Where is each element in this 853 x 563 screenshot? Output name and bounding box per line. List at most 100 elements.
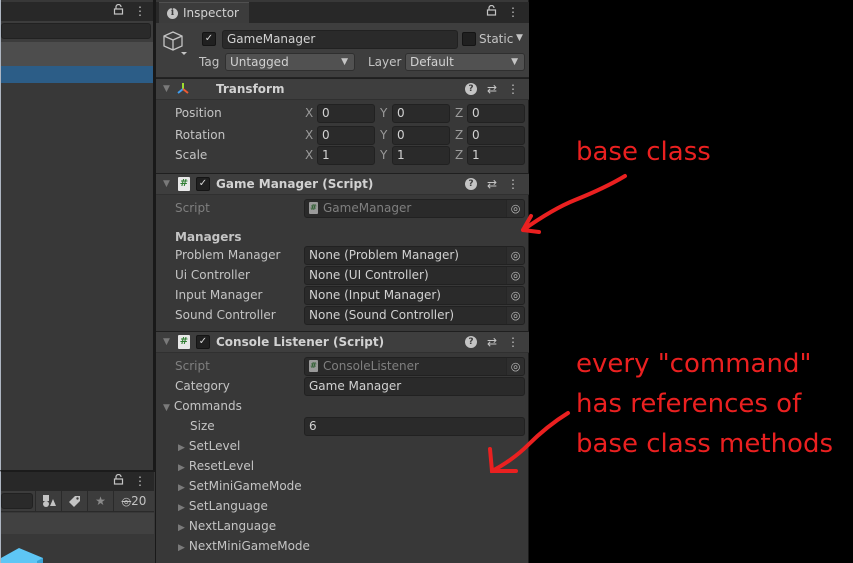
more-icon[interactable]: ⋮	[507, 82, 519, 96]
more-icon[interactable]: ⋮	[134, 4, 146, 18]
axis-x-label[interactable]: X	[305, 106, 313, 120]
preset-icon[interactable]: ⇄	[487, 177, 497, 191]
transform-title: Transform	[216, 82, 285, 96]
sound-controller-field[interactable]: None (Sound Controller) ◎	[304, 306, 525, 325]
object-picker-icon[interactable]: ◎	[506, 287, 524, 304]
size-label: Size	[190, 419, 215, 433]
problem-manager-field[interactable]: None (Problem Manager) ◎	[304, 246, 525, 265]
static-checkbox[interactable]	[462, 32, 476, 46]
command-item[interactable]: ▶ SetLevel	[178, 439, 240, 453]
game-manager-enabled-checkbox[interactable]: ✓	[196, 177, 210, 191]
fold-right-icon[interactable]: ▶	[178, 543, 185, 553]
preset-icon[interactable]: ⇄	[487, 335, 497, 349]
filter-by-type-button[interactable]	[35, 491, 61, 511]
fold-right-icon[interactable]: ▶	[178, 523, 185, 533]
transform-icon	[177, 83, 189, 94]
axis-y-label[interactable]: Y	[380, 148, 387, 162]
axis-y-label[interactable]: Y	[380, 106, 387, 120]
project-search-input[interactable]	[1, 493, 33, 509]
command-item[interactable]: ▶ ResetLevel	[178, 459, 254, 473]
category-input[interactable]: Game Manager	[304, 377, 525, 396]
fold-right-icon[interactable]: ▶	[178, 463, 185, 473]
console-listener-header[interactable]: ▼ # ✓ Console Listener (Script) ? ⇄ ⋮	[156, 331, 529, 353]
hierarchy-selected-row[interactable]	[1, 66, 154, 83]
static-label[interactable]: Static	[479, 32, 513, 46]
tag-label: Tag	[199, 55, 220, 69]
position-y-input[interactable]: 0	[392, 104, 450, 123]
scale-x-input[interactable]: 1	[317, 146, 375, 165]
asset-cube-icon[interactable]	[1, 548, 45, 563]
object-picker-icon[interactable]: ◎	[506, 307, 524, 324]
rotation-x-input[interactable]: 0	[317, 126, 375, 145]
fold-right-icon[interactable]: ▶	[178, 443, 185, 453]
scale-z-input[interactable]: 1	[467, 146, 525, 165]
axis-z-label[interactable]: Z	[455, 106, 463, 120]
annotation-line-3: base class methods	[576, 429, 834, 459]
position-z-input[interactable]: 0	[467, 104, 525, 123]
ui-controller-value: None (UI Controller)	[309, 268, 429, 282]
axis-z-label[interactable]: Z	[455, 148, 463, 162]
layer-dropdown[interactable]: Default ▼	[405, 53, 525, 71]
console-listener-enabled-checkbox[interactable]: ✓	[196, 335, 210, 349]
console-listener-script-field[interactable]: # ConsoleListener ◎	[304, 357, 525, 376]
lock-icon[interactable]	[486, 4, 497, 19]
fold-right-icon[interactable]: ▶	[178, 503, 185, 513]
object-picker-icon[interactable]: ◎	[506, 247, 524, 264]
position-label: Position	[175, 106, 222, 120]
favorites-button[interactable]: ★	[87, 491, 113, 511]
annotation-commands-note: every "command" has references of base c…	[576, 344, 833, 464]
axis-x-label[interactable]: X	[305, 148, 313, 162]
command-item[interactable]: ▶ NextLanguage	[178, 519, 276, 533]
static-dropdown-icon[interactable]: ▼	[516, 33, 523, 43]
gameobject-name-input[interactable]: GameManager	[222, 30, 458, 49]
rotation-y-input[interactable]: 0	[392, 126, 450, 145]
command-label: SetLanguage	[188, 499, 268, 513]
game-manager-header[interactable]: ▼ # ✓ Game Manager (Script) ? ⇄ ⋮	[156, 173, 529, 195]
object-picker-icon[interactable]: ◎	[506, 358, 524, 375]
preset-icon[interactable]: ⇄	[487, 82, 497, 96]
hierarchy-search-input[interactable]	[1, 23, 151, 39]
fold-right-icon[interactable]: ▶	[178, 483, 185, 493]
hidden-packages-button[interactable]: ◎ 20	[113, 491, 154, 511]
csharp-script-icon: #	[178, 177, 190, 191]
tab-inspector[interactable]: i Inspector	[159, 2, 249, 23]
lock-icon[interactable]	[113, 473, 124, 488]
command-item[interactable]: ▶ NextMiniGameMode	[178, 539, 310, 553]
fold-down-icon[interactable]: ▼	[163, 84, 170, 94]
axis-y-label[interactable]: Y	[380, 128, 387, 142]
annotation-arrow-commands	[488, 411, 570, 473]
tag-icon	[69, 495, 80, 507]
game-manager-script-field[interactable]: # GameManager ◎	[304, 199, 525, 218]
command-item[interactable]: ▶ SetLanguage	[178, 499, 268, 513]
fold-down-icon[interactable]: ▼	[163, 403, 170, 413]
axis-x-label[interactable]: X	[305, 128, 313, 142]
ui-controller-field[interactable]: None (UI Controller) ◎	[304, 266, 525, 285]
gameobject-cube-icon[interactable]	[162, 30, 188, 56]
hierarchy-search-row	[1, 21, 154, 42]
commands-foldout[interactable]: ▼ Commands	[163, 399, 242, 413]
scale-y-input[interactable]: 1	[392, 146, 450, 165]
command-item[interactable]: ▶ SetMiniGameMode	[178, 479, 302, 493]
gameobject-active-checkbox[interactable]: ✓	[202, 32, 216, 46]
hierarchy-scene-row[interactable]	[1, 42, 154, 66]
more-icon[interactable]: ⋮	[507, 5, 519, 19]
help-icon[interactable]: ?	[464, 83, 477, 95]
more-icon[interactable]: ⋮	[507, 335, 519, 349]
help-icon[interactable]: ?	[464, 336, 477, 348]
tag-dropdown[interactable]: Untagged ▼	[225, 53, 355, 71]
filter-by-label-button[interactable]	[61, 491, 87, 511]
fold-down-icon[interactable]: ▼	[163, 179, 170, 189]
transform-header[interactable]: ▼ Transform ? ⇄ ⋮	[156, 78, 529, 100]
scale-label: Scale	[175, 148, 208, 162]
help-icon[interactable]: ?	[464, 178, 477, 190]
fold-down-icon[interactable]: ▼	[163, 337, 170, 347]
more-icon[interactable]: ⋮	[134, 474, 146, 488]
input-manager-field[interactable]: None (Input Manager) ◎	[304, 286, 525, 305]
position-x-input[interactable]: 0	[317, 104, 375, 123]
axis-z-label[interactable]: Z	[455, 128, 463, 142]
input-manager-label: Input Manager	[175, 288, 263, 302]
rotation-z-input[interactable]: 0	[467, 126, 525, 145]
object-picker-icon[interactable]: ◎	[506, 267, 524, 284]
tag-value: Untagged	[230, 55, 289, 69]
lock-icon[interactable]	[113, 3, 124, 18]
